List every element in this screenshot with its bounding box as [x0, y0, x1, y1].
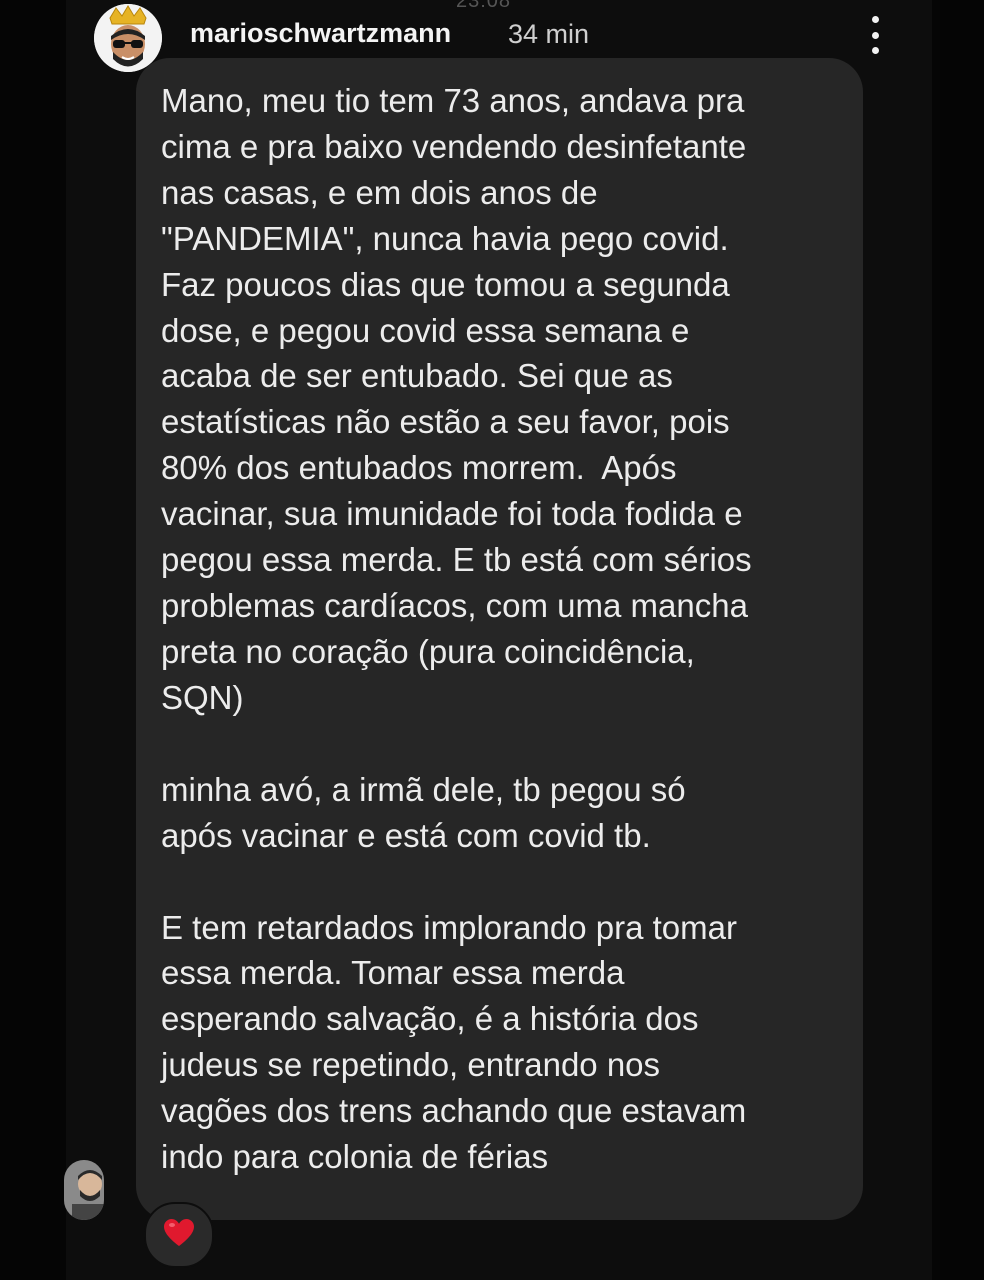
story-time-ago: 34 min: [508, 19, 590, 49]
message-paragraph-2: minha avó, a irmã dele, tb pegou só após…: [161, 770, 686, 854]
left-margin: [0, 0, 66, 1280]
message-paragraph-1: Mano, meu tio tem 73 anos, andava pra ci…: [161, 82, 752, 716]
user-avatar-icon[interactable]: [64, 1160, 104, 1220]
story-username[interactable]: marioschwartzmann: [190, 18, 451, 49]
more-vertical-icon[interactable]: [868, 16, 882, 54]
red-heart-icon: [163, 1218, 195, 1253]
message-bubble: Mano, meu tio tem 73 anos, andava pra ci…: [136, 58, 863, 1220]
right-margin: [932, 0, 984, 1280]
message-paragraph-3: E tem retardados implorando pra tomar es…: [161, 908, 747, 1176]
heart-reaction-button[interactable]: [144, 1202, 214, 1268]
